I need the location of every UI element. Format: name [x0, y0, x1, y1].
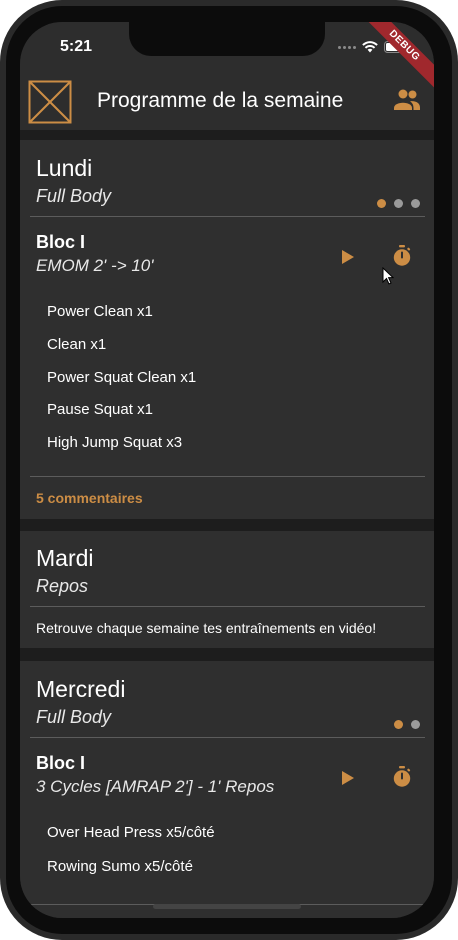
exercise-item: Power Clean x1 [47, 303, 153, 320]
exercise-item: Over Head Press x5/côté [47, 824, 215, 841]
play-icon[interactable] [340, 249, 356, 265]
page-dot-active [394, 720, 403, 729]
device-notch [129, 22, 325, 56]
signal-icon [338, 45, 356, 49]
divider [30, 476, 425, 477]
divider [30, 216, 425, 217]
day-card-lundi: Lundi Full Body Bloc I EMOM 2' -> 10' Po… [20, 140, 434, 519]
home-indicator[interactable] [153, 904, 301, 909]
placeholder-logo-icon [28, 80, 72, 124]
bloc-page-indicator[interactable] [377, 199, 420, 208]
bloc-page-indicator[interactable] [394, 720, 420, 729]
bloc-title: Bloc I [36, 753, 86, 773]
divider [30, 606, 425, 607]
day-title: Mardi [36, 545, 94, 571]
divider [30, 737, 425, 738]
timer-icon[interactable] [392, 766, 412, 788]
day-subtitle: Full Body [36, 707, 112, 727]
exercise-item: Rowing Sumo x5/côté [47, 858, 193, 875]
day-subtitle: Full Body [36, 186, 112, 206]
exercise-item: Pause Squat x1 [47, 401, 153, 418]
bloc-subtitle: EMOM 2' -> 10' [36, 256, 154, 275]
day-subtitle: Repos [36, 576, 89, 596]
page-dot [394, 199, 403, 208]
exercise-item: Power Squat Clean x1 [47, 369, 197, 386]
day-card-mardi: Mardi Repos Retrouve chaque semaine tes … [20, 531, 434, 648]
day-card-mercredi: Mercredi Full Body Bloc I 3 Cycles [AMRA… [20, 661, 434, 918]
timer-icon[interactable] [392, 245, 412, 267]
bloc-subtitle: 3 Cycles [AMRAP 2'] - 1' Repos [36, 777, 275, 796]
day-title: Lundi [36, 155, 93, 181]
app-bar: Programme de la semaine [20, 72, 434, 130]
comments-link[interactable]: 5 commentaires [36, 490, 143, 506]
rest-day-message: Retrouve chaque semaine tes entraînement… [36, 620, 377, 636]
page-dot [411, 720, 420, 729]
play-icon[interactable] [340, 770, 356, 786]
page-dot [411, 199, 420, 208]
exercise-item: High Jump Squat x3 [47, 434, 183, 451]
exercise-item: Clean x1 [47, 336, 107, 353]
status-time: 5:21 [60, 38, 93, 55]
page-dot-active [377, 199, 386, 208]
bloc-title: Bloc I [36, 232, 86, 252]
mouse-cursor-icon [382, 267, 394, 285]
day-title: Mercredi [36, 676, 126, 702]
wifi-icon [362, 41, 378, 53]
users-icon[interactable] [394, 88, 420, 110]
week-program-list[interactable]: Lundi Full Body Bloc I EMOM 2' -> 10' Po… [20, 130, 434, 918]
app-screen: DEBUG 5:21 Programme de la semaine Lundi… [20, 22, 434, 918]
page-title: Programme de la semaine [97, 89, 344, 112]
